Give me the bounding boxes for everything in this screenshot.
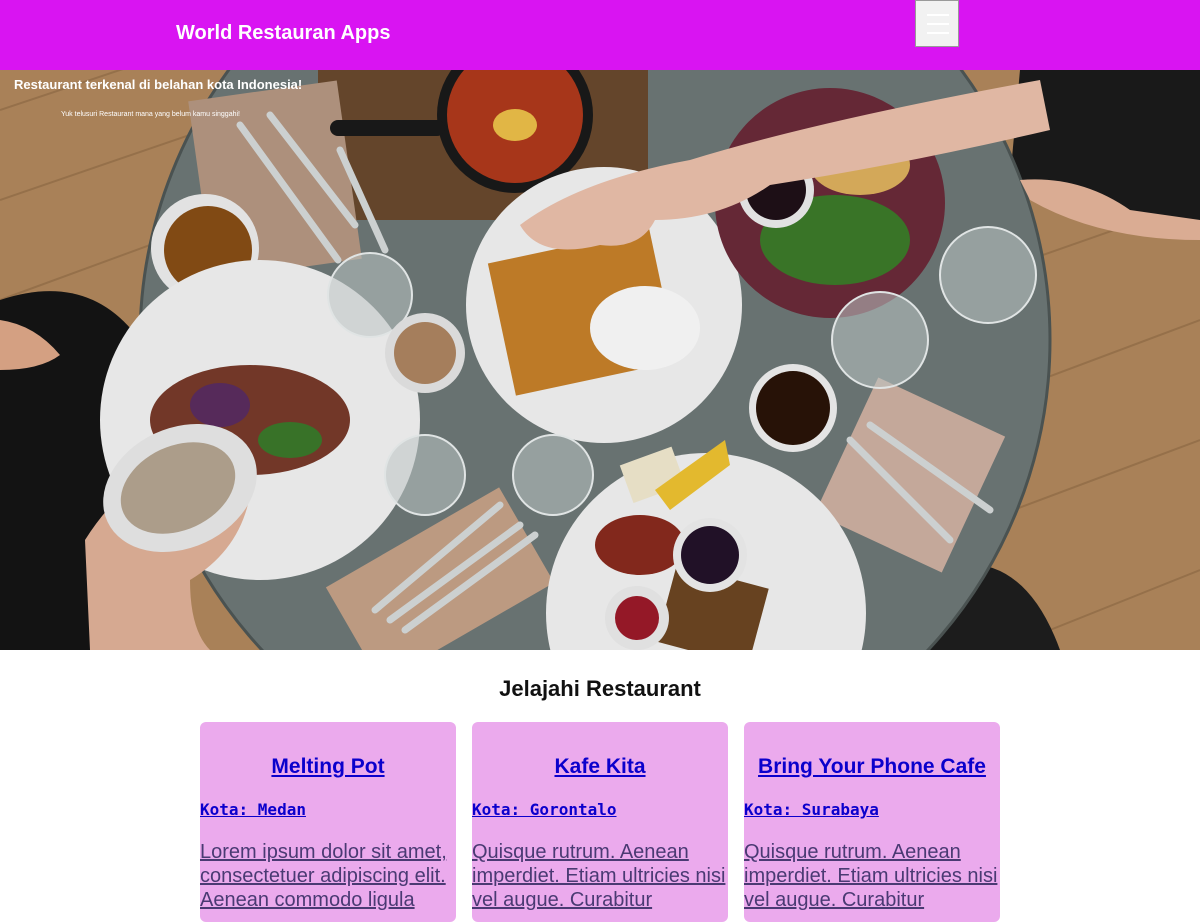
restaurant-name-link[interactable]: Melting Pot [200, 755, 456, 779]
hero-title: Restaurant terkenal di belahan kota Indo… [14, 77, 303, 92]
menu-button[interactable] [915, 0, 959, 47]
hero-banner: Restaurant terkenal di belahan kota Indo… [0, 70, 1200, 650]
restaurant-card[interactable]: Kafe Kita Kota: Gorontalo Quisque rutrum… [472, 722, 728, 922]
section-title: Jelajahi Restaurant [499, 676, 701, 701]
restaurant-description-link[interactable]: Lorem ipsum dolor sit amet, consectetuer… [200, 840, 456, 912]
restaurant-card[interactable]: Melting Pot Kota: Medan Lorem ipsum dolo… [200, 722, 456, 922]
restaurant-name-link[interactable]: Kafe Kita [472, 755, 728, 779]
hero-subtitle: Yuk telusuri Restaurant mana yang belum … [61, 111, 240, 118]
restaurant-description-link[interactable]: Quisque rutrum. Aenean imperdiet. Etiam … [472, 840, 728, 912]
restaurant-city-link[interactable]: Kota: Surabaya [744, 800, 1000, 819]
app-title: World Restauran Apps [176, 22, 391, 44]
app-header: World Restauran Apps [0, 0, 1200, 70]
restaurant-city-link[interactable]: Kota: Medan [200, 800, 456, 819]
restaurant-name-link[interactable]: Bring Your Phone Cafe [744, 755, 1000, 779]
restaurant-city-link[interactable]: Kota: Gorontalo [472, 800, 728, 819]
restaurant-card[interactable]: Bring Your Phone Cafe Kota: Surabaya Qui… [744, 722, 1000, 922]
hero-food-image [0, 70, 1200, 650]
restaurant-description-link[interactable]: Quisque rutrum. Aenean imperdiet. Etiam … [744, 840, 1000, 912]
